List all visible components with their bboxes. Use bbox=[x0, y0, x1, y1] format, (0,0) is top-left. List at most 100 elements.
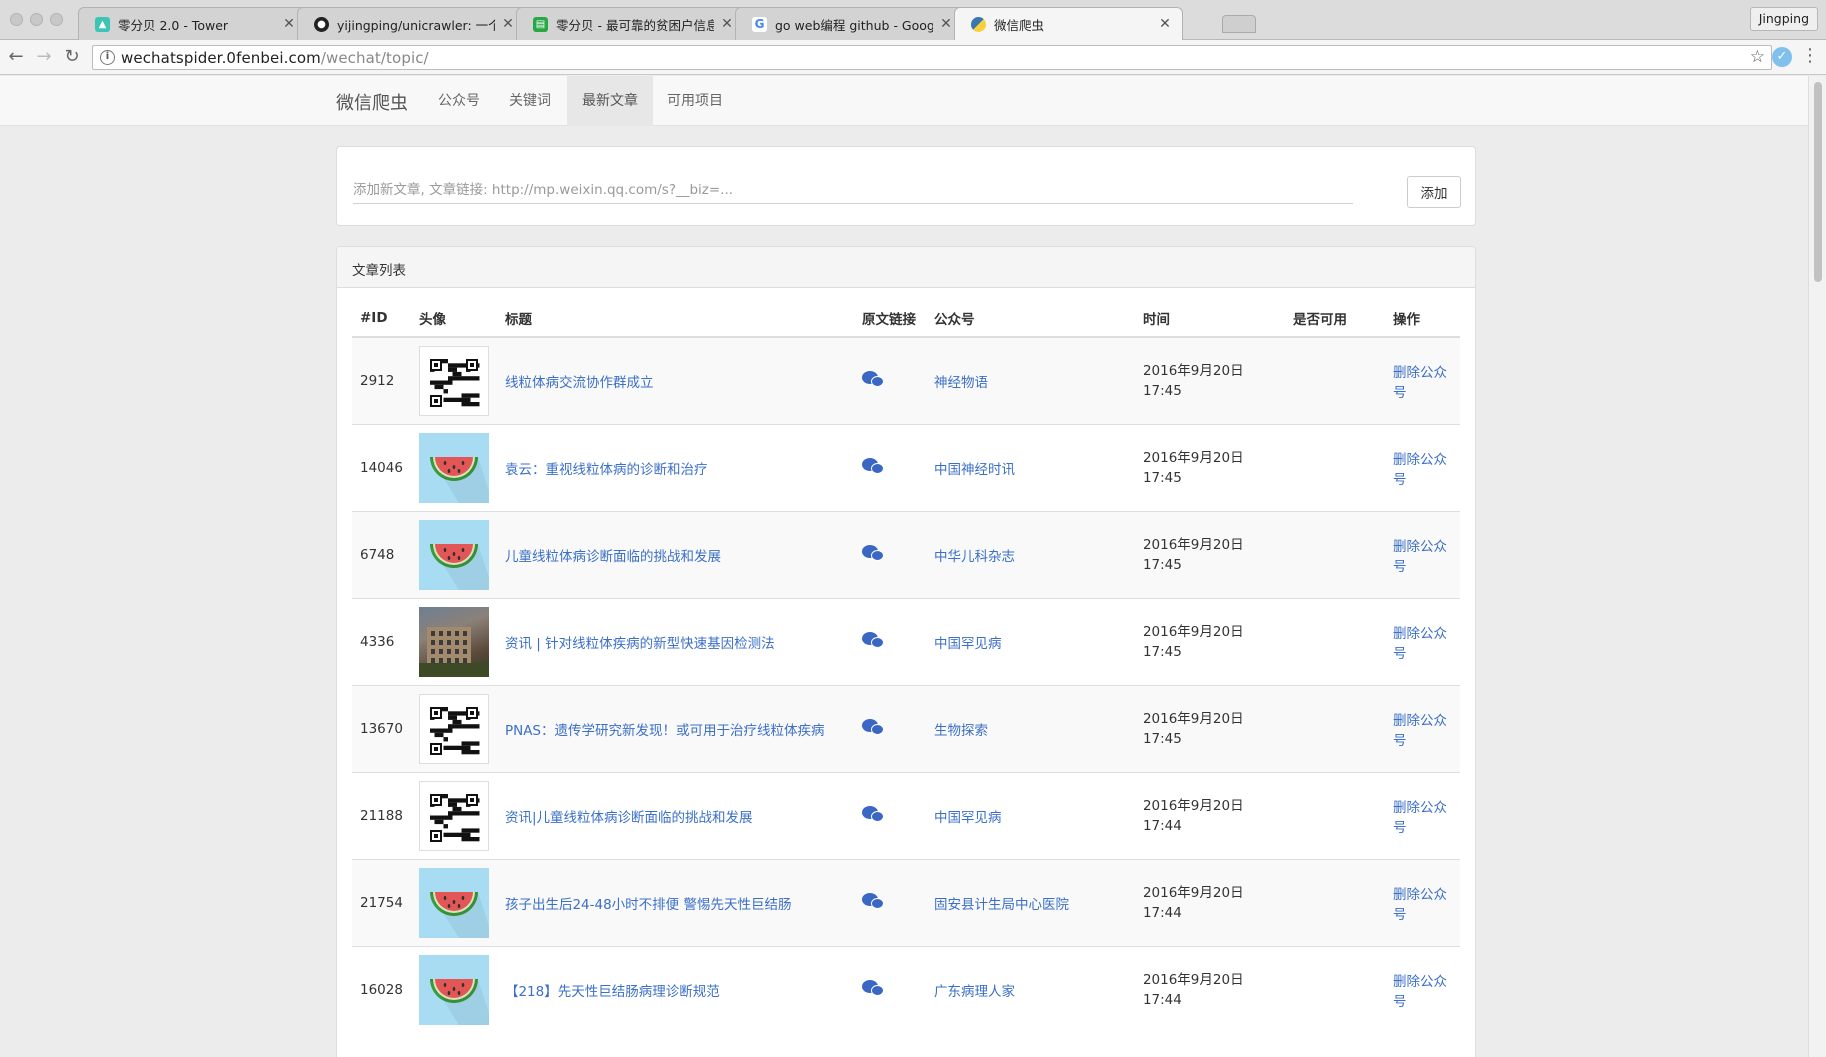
wechat-icon[interactable] bbox=[861, 457, 886, 475]
article-title-link[interactable]: 【218】先天性巨结肠病理诊断规范 bbox=[505, 984, 720, 1000]
nav-item-accounts[interactable]: 公众号 bbox=[423, 76, 495, 126]
page-viewport: 微信爬虫 公众号 关键词 最新文章 可用项目 添加 文章列表 #ID 头像 标题… bbox=[0, 76, 1808, 1057]
time-text: 17:45 bbox=[1142, 556, 1182, 573]
address-url: wechatspider.0fenbei.com/wechat/topic/ bbox=[121, 49, 429, 67]
delete-account-link[interactable]: 删除公众号 bbox=[1393, 713, 1447, 749]
article-title-link[interactable]: 资讯|儿童线粒体病诊断面临的挑战和发展 bbox=[505, 810, 753, 826]
source-link-cell bbox=[853, 597, 926, 685]
profile-button[interactable]: Jingping bbox=[1749, 7, 1818, 31]
time-cell: 2016年9月20日 17:45 bbox=[1134, 684, 1285, 772]
table-row: 21754 孩子出生后24-48小时不排便 警惕先天性巨结肠 固安县计生局中心医院 2… bbox=[352, 858, 1460, 946]
wechat-icon[interactable] bbox=[861, 370, 886, 388]
action-cell: 删除公众号 bbox=[1384, 423, 1460, 511]
wechat-icon[interactable] bbox=[861, 979, 886, 997]
title-cell: 袁云：重视线粒体病的诊断和治疗 bbox=[496, 423, 854, 511]
browser-tab[interactable]: ▲ 零分贝 2.0 - Tower ✕ bbox=[78, 7, 307, 40]
close-icon[interactable]: ✕ bbox=[282, 16, 296, 32]
add-button[interactable]: 添加 bbox=[1407, 176, 1461, 208]
browser-tab[interactable]: G go web编程 github - Google 搜 ✕ bbox=[735, 7, 964, 40]
nav-item-projects[interactable]: 可用项目 bbox=[652, 76, 738, 126]
account-link[interactable]: 中华儿科杂志 bbox=[934, 549, 1015, 565]
title-cell: 线粒体病交流协作群成立 bbox=[496, 336, 854, 424]
doc-icon: ▤ bbox=[533, 16, 548, 32]
forward-arrow-icon[interactable]: → bbox=[33, 46, 55, 68]
id-cell: 4336 bbox=[352, 597, 411, 685]
account-cell: 中国罕见病 bbox=[925, 597, 1135, 685]
extension-icon[interactable]: ✓ bbox=[1772, 47, 1792, 67]
table-row: 4336 资讯 | 针对线粒体疾病的新型快速基因检测法 中国罕见病 2016年9月20… bbox=[352, 597, 1460, 685]
scrollbar-thumb[interactable] bbox=[1814, 82, 1822, 282]
nav-item-keywords[interactable]: 关键词 bbox=[494, 76, 566, 126]
new-tab-button[interactable] bbox=[1222, 15, 1256, 33]
browser-tab[interactable]: ● yijingping/unicrawler: 一个可配 ✕ bbox=[297, 7, 526, 40]
time-cell: 2016年9月20日 17:45 bbox=[1134, 597, 1285, 685]
tower-icon: ▲ bbox=[95, 16, 110, 32]
delete-account-link[interactable]: 删除公众号 bbox=[1393, 539, 1447, 575]
delete-account-link[interactable]: 删除公众号 bbox=[1393, 974, 1447, 1010]
account-link[interactable]: 广东病理人家 bbox=[934, 984, 1015, 1000]
avatar-cell bbox=[410, 858, 497, 946]
wechat-icon[interactable] bbox=[861, 718, 886, 736]
wechat-icon[interactable] bbox=[861, 805, 886, 823]
article-url-input[interactable] bbox=[353, 176, 1353, 204]
info-icon[interactable]: i bbox=[100, 50, 115, 65]
action-cell: 删除公众号 bbox=[1384, 684, 1460, 772]
close-icon[interactable]: ✕ bbox=[939, 16, 953, 32]
menu-icon[interactable]: ⋮ bbox=[1801, 45, 1819, 67]
window-minimize-button[interactable] bbox=[30, 13, 43, 26]
browser-tab-active[interactable]: 微信爬虫 ✕ bbox=[954, 7, 1183, 40]
close-icon[interactable]: ✕ bbox=[1158, 16, 1172, 32]
star-icon[interactable]: ☆ bbox=[1750, 47, 1765, 67]
nav-item-latest-articles[interactable]: 最新文章 bbox=[567, 76, 653, 126]
account-link[interactable]: 神经物语 bbox=[934, 375, 988, 391]
article-title-link[interactable]: PNAS：遗传学研究新发现！或可用于治疗线粒体疾病 bbox=[505, 723, 825, 739]
delete-account-link[interactable]: 删除公众号 bbox=[1393, 365, 1447, 401]
page-scrollbar[interactable] bbox=[1808, 76, 1826, 1057]
id-cell: 16028 bbox=[352, 945, 411, 1033]
reload-icon[interactable]: ↻ bbox=[61, 46, 83, 68]
back-arrow-icon[interactable]: ← bbox=[5, 46, 27, 68]
date-text: 2016年9月20日 bbox=[1142, 536, 1244, 553]
wechat-icon[interactable] bbox=[861, 892, 886, 910]
close-icon[interactable]: ✕ bbox=[720, 16, 734, 32]
delete-account-link[interactable]: 删除公众号 bbox=[1393, 800, 1447, 836]
window-close-button[interactable] bbox=[10, 13, 23, 26]
availability-cell bbox=[1284, 597, 1385, 685]
wechat-icon[interactable] bbox=[861, 631, 886, 649]
account-link[interactable]: 固安县计生局中心医院 bbox=[934, 897, 1069, 913]
account-link[interactable]: 生物探索 bbox=[934, 723, 988, 739]
delete-account-link[interactable]: 删除公众号 bbox=[1393, 626, 1447, 662]
watermelon-avatar-icon bbox=[418, 954, 489, 1025]
id-cell: 6748 bbox=[352, 510, 411, 598]
browser-tab[interactable]: ▤ 零分贝 - 最可靠的贫困户信息平 ✕ bbox=[516, 7, 745, 40]
delete-account-link[interactable]: 删除公众号 bbox=[1393, 452, 1447, 488]
date-text: 2016年9月20日 bbox=[1142, 797, 1244, 814]
article-title-link[interactable]: 袁云：重视线粒体病的诊断和治疗 bbox=[505, 462, 708, 478]
article-title-link[interactable]: 儿童线粒体病诊断面临的挑战和发展 bbox=[505, 549, 721, 565]
id-cell: 21754 bbox=[352, 858, 411, 946]
account-link[interactable]: 中国神经时讯 bbox=[934, 462, 1015, 478]
source-link-cell bbox=[853, 684, 926, 772]
table-row: 13670 PNAS：遗传学研究新发现！或可用于治疗线粒体疾病 生物探索 2016年9… bbox=[352, 684, 1460, 772]
article-title-link[interactable]: 孩子出生后24-48小时不排便 警惕先天性巨结肠 bbox=[505, 897, 792, 913]
article-list-panel: 文章列表 #ID 头像 标题 原文链接 公众号 时间 是否可用 操作 2912 线… bbox=[336, 246, 1476, 1057]
action-cell: 删除公众号 bbox=[1384, 336, 1460, 424]
account-link[interactable]: 中国罕见病 bbox=[934, 636, 1002, 652]
wechat-icon[interactable] bbox=[861, 544, 886, 562]
close-icon[interactable]: ✕ bbox=[501, 16, 515, 32]
account-cell: 广东病理人家 bbox=[925, 945, 1135, 1033]
delete-account-link[interactable]: 删除公众号 bbox=[1393, 887, 1447, 923]
availability-cell bbox=[1284, 336, 1385, 424]
tab-title: yijingping/unicrawler: 一个可配 bbox=[337, 17, 495, 33]
address-bar[interactable]: i wechatspider.0fenbei.com/wechat/topic/… bbox=[92, 45, 1772, 70]
article-title-link[interactable]: 资讯 | 针对线粒体疾病的新型快速基因检测法 bbox=[505, 636, 775, 652]
site-brand[interactable]: 微信爬虫 bbox=[336, 89, 408, 115]
watermelon-avatar-icon bbox=[418, 867, 489, 938]
article-title-link[interactable]: 线粒体病交流协作群成立 bbox=[505, 375, 654, 391]
time-cell: 2016年9月20日 17:45 bbox=[1134, 423, 1285, 511]
window-zoom-button[interactable] bbox=[50, 13, 63, 26]
time-text: 17:45 bbox=[1142, 730, 1182, 747]
tab-title: 微信爬虫 bbox=[994, 17, 1045, 33]
account-link[interactable]: 中国罕见病 bbox=[934, 810, 1002, 826]
avatar-cell bbox=[410, 423, 497, 511]
